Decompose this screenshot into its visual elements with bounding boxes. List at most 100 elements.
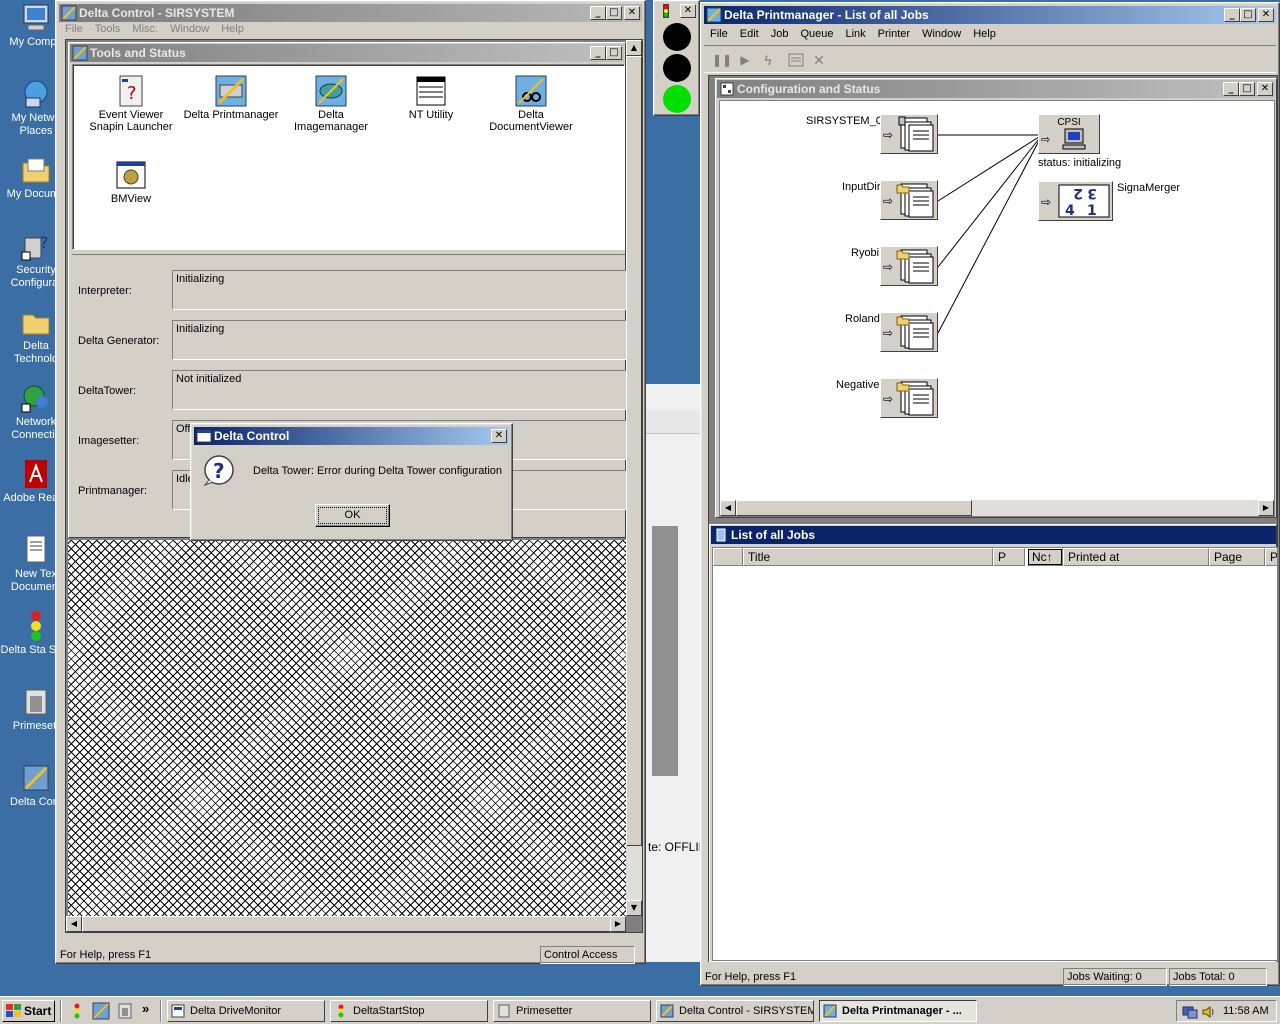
close-button[interactable]: ✕ [491,429,507,443]
tool-nt-utility[interactable]: NT Utility [381,75,481,145]
svg-text:3: 3 [1087,185,1097,201]
menu-help[interactable]: Help [967,28,1002,40]
signamerger-node[interactable]: ⇨ 2 3 4 1 [1038,181,1113,221]
tool-event-viewer[interactable]: ? Event Viewer Snapin Launcher [81,75,181,145]
security-config-icon: ? [20,230,52,262]
taskbar: Start » Delta DriveMonitor DeltaStartSto… [0,996,1280,1024]
menu-queue[interactable]: Queue [794,28,839,40]
queue-node-inputdir[interactable]: ⇨ [880,180,938,220]
minimize-button[interactable]: _ [590,6,606,20]
close-button[interactable]: ✕ [1257,82,1273,96]
horizontal-scrollbar[interactable]: ◀ ▶ [66,916,626,932]
event-viewer-icon: ? [115,75,147,110]
status-bar-help: For Help, press F1 [705,971,797,983]
volume-icon[interactable] [1201,1004,1217,1020]
queue-node-ryobi[interactable]: ⇨ [880,246,938,286]
scroll-right-arrow-icon[interactable]: ▶ [1258,500,1274,516]
scrollbar-thumb[interactable] [626,56,642,846]
svg-text:?: ? [40,233,49,252]
minimize-button[interactable]: _ [590,46,606,60]
col-header-p[interactable]: P [993,548,1025,566]
tool-bmview[interactable]: BMView [81,159,181,219]
cpsi-node[interactable]: CPSI ⇨ [1038,114,1100,154]
maximize-button[interactable]: □ [1240,8,1256,22]
scroll-right-arrow-icon[interactable]: ▶ [610,916,626,932]
queue-node-sirsystem[interactable]: ⇨ [880,114,938,154]
traffic-light-icon [334,1004,348,1018]
imagemanager-icon [315,75,347,110]
primesetter-icon[interactable] [116,1002,134,1020]
delta-control-icon [20,762,52,794]
scrollbar-thumb[interactable] [736,500,972,516]
col-header-title[interactable]: Title [743,548,993,566]
start-button[interactable]: Start [2,1000,55,1022]
queue-node-roland[interactable]: ⇨ [880,312,938,352]
menu-window[interactable]: Window [164,23,215,35]
task-delta-control[interactable]: Delta Control - SIRSYSTEM [656,1000,814,1022]
imagesetter-label: Imagesetter: [78,435,140,447]
maximize-button[interactable]: □ [606,6,622,20]
col-header-number[interactable]: Nc↑ [1027,548,1063,566]
task-primesetter[interactable]: Primesetter [493,1000,651,1022]
delta-control-icon[interactable] [92,1002,110,1020]
minimize-button[interactable]: _ [1224,8,1240,22]
delete-icon[interactable]: ✕ [809,50,829,70]
signamerger-icon: ⇨ 2 34 1 [1041,184,1110,219]
menu-link[interactable]: Link [839,28,871,40]
task-deltastartstop[interactable]: DeltaStartStop [330,1000,488,1022]
drivemonitor-icon [171,1004,185,1018]
scroll-up-arrow-icon[interactable]: ▲ [626,40,642,56]
tools-window-title: Tools and Status [90,46,186,60]
close-icon[interactable]: ✕ [680,4,696,18]
scroll-down-arrow-icon[interactable]: ▼ [626,900,642,916]
quicklaunch-more-icon[interactable]: » [142,1001,149,1016]
minimize-button[interactable]: _ [1223,82,1239,96]
scroll-left-arrow-icon[interactable]: ◀ [66,916,82,932]
task-delta-printmanager[interactable]: Delta Printmanager - ... [819,1000,977,1022]
tool-delta-printmanager[interactable]: Delta Printmanager [181,75,281,145]
svg-text:⇨: ⇨ [883,326,893,340]
scrollbar-thumb[interactable] [82,916,612,932]
traffic-light-icon[interactable] [70,1003,84,1019]
tool-delta-documentviewer[interactable]: Delta DocumentViewer [481,75,581,145]
clock[interactable]: 11:58 AM [1223,1005,1269,1017]
queue-node-negative[interactable]: ⇨ [880,378,938,418]
delta-generator-status: Initializing [172,320,627,360]
close-button[interactable]: ✕ [624,6,640,20]
menu-window[interactable]: Window [916,28,967,40]
menu-file[interactable]: File [59,23,89,35]
maximize-button[interactable]: □ [1239,82,1255,96]
col-header-p2[interactable]: P [1265,548,1277,566]
menu-misc[interactable]: Misc. [126,23,164,35]
interpreter-label: Interpreter: [78,285,132,297]
pause-icon[interactable]: ❚❚ [712,50,732,70]
menu-tools[interactable]: Tools [89,23,127,35]
task-delta-drivemonitor[interactable]: Delta DriveMonitor [167,1000,325,1022]
col-header-page[interactable]: Page [1209,548,1265,566]
vertical-scrollbar[interactable]: ▲ ▼ [626,40,642,916]
col-header-printed-at[interactable]: Printed at [1063,548,1209,566]
adobe-reader-icon [20,458,52,490]
tool-delta-imagemanager[interactable]: Delta Imagemanager [281,75,381,145]
ok-button[interactable]: OK [315,504,390,527]
bmview-icon [115,159,147,194]
list-icon[interactable] [786,50,806,70]
svg-text:4: 4 [1065,203,1075,219]
maximize-button[interactable]: □ [606,46,622,60]
menu-printer[interactable]: Printer [872,28,916,40]
menu-edit[interactable]: Edit [734,28,765,40]
printmanager-mdi-client: Configuration and Status _ □ ✕ SIRSYSTEM… [708,75,1278,962]
scroll-left-arrow-icon[interactable]: ◀ [720,500,736,516]
menu-file[interactable]: File [704,28,734,40]
play-icon[interactable]: ▶ [735,50,755,70]
menu-job[interactable]: Job [765,28,795,40]
jobs-window-icon [713,527,729,543]
menu-help[interactable]: Help [215,23,250,35]
close-button[interactable]: ✕ [1258,8,1274,22]
lightning-icon[interactable]: ϟ [758,50,778,70]
horizontal-scrollbar[interactable]: ◀ ▶ [720,500,1274,516]
cpsi-status: status: initializing [1038,157,1122,169]
network-tray-icon[interactable] [1182,1004,1198,1020]
col-header-status[interactable] [713,548,743,566]
nt-utility-icon [415,75,447,110]
